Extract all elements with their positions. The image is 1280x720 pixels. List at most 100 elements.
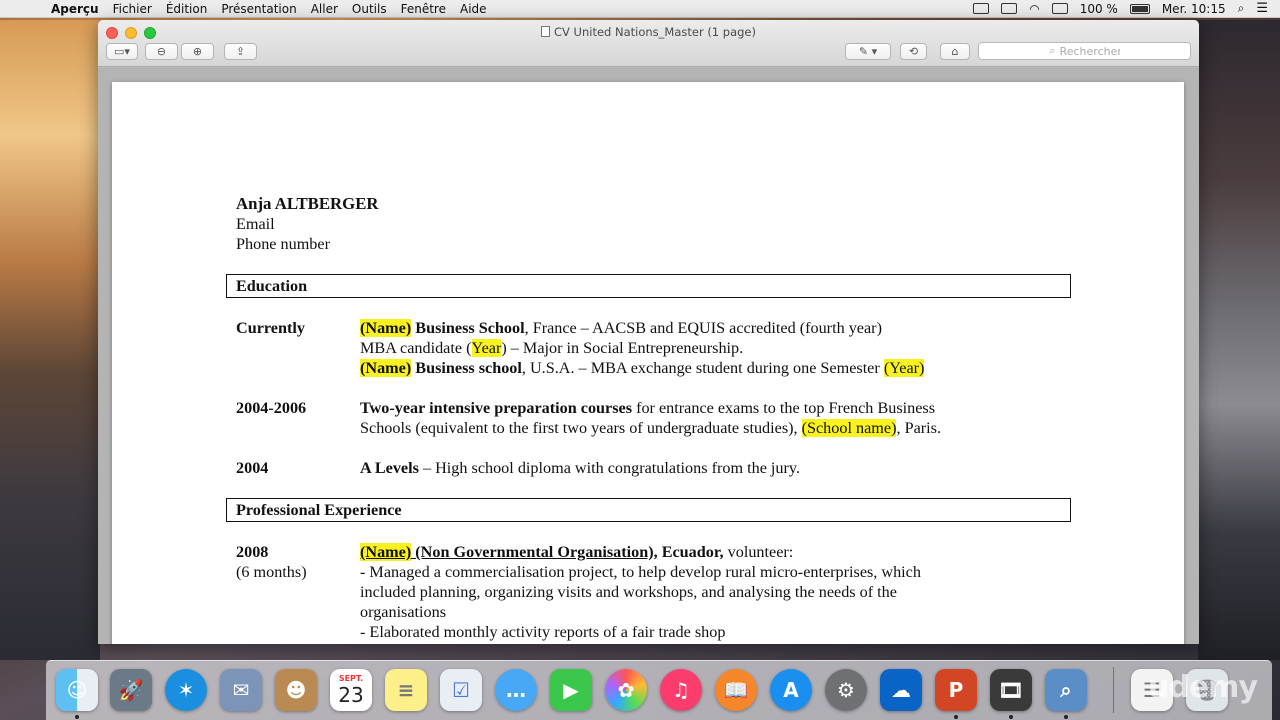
share-button[interactable]: ⇪: [224, 43, 257, 60]
text-run: Business school: [411, 359, 522, 377]
text-run: Ecuador,: [657, 543, 724, 561]
onedrive-icon[interactable]: ☁: [880, 669, 922, 711]
experience-duration-1: (6 months): [236, 563, 307, 581]
cv-text-line: (Name) Business school, U.S.A. – MBA exc…: [360, 358, 1076, 378]
app-store-icon[interactable]: A: [770, 669, 812, 711]
cv-text-line: (Name) Business School, France – AACSB a…: [360, 318, 1076, 338]
education-entry-2: Two-year intensive preparation courses f…: [360, 398, 1076, 438]
messages-icon[interactable]: …: [495, 669, 537, 711]
wifi-icon[interactable]: ◠: [1029, 2, 1039, 16]
text-run: , France – AACSB and EQUIS accredited (f…: [524, 319, 882, 337]
sidebar-toggle-button[interactable]: ▭▾: [106, 43, 138, 60]
finder-icon[interactable]: ☺: [56, 669, 98, 711]
cv-text-line: - Elaborated monthly activity reports of…: [360, 622, 1076, 642]
notification-center-icon[interactable]: ☰: [1256, 1, 1268, 16]
rotate-icon: ⟲: [908, 45, 919, 58]
document-area[interactable]: Anja ALTBERGER Email Phone number Educat…: [98, 68, 1199, 644]
pdf-page[interactable]: Anja ALTBERGER Email Phone number Educat…: [112, 82, 1184, 644]
zoom-in-button[interactable]: ⊕: [181, 43, 214, 60]
experience-heading: Professional Experience: [226, 498, 1071, 522]
menu-aller[interactable]: Aller: [304, 2, 345, 16]
mail-icon[interactable]: ✉: [220, 669, 262, 711]
menu-edition[interactable]: Édition: [159, 2, 215, 16]
menu-fenetre[interactable]: Fenêtre: [394, 2, 453, 16]
itunes-icon[interactable]: ♫: [660, 669, 702, 711]
text-run: MBA candidate (: [360, 339, 472, 357]
text-run: volunteer:: [723, 543, 794, 561]
cv-text-line: organisations: [360, 602, 1076, 622]
education-date-3: 2004: [236, 459, 269, 477]
contacts-icon[interactable]: ☻: [275, 669, 317, 711]
share-icon: ⇪: [235, 45, 246, 58]
system-preferences-icon[interactable]: ⚙: [825, 669, 867, 711]
display-icon[interactable]: [1051, 3, 1068, 14]
udemy-watermark: udemy: [1148, 670, 1258, 705]
education-date-1: Currently: [236, 319, 305, 337]
clock[interactable]: Mer. 10:15: [1162, 2, 1226, 16]
text-run: - Elaborated monthly activity reports of…: [360, 623, 726, 641]
toolbox-button[interactable]: ⌂: [940, 43, 970, 60]
education-date-2: 2004-2006: [236, 399, 307, 417]
running-indicator: [954, 715, 958, 719]
window-title-text: CV United Nations_Master (1 page): [553, 25, 756, 39]
movie-icon[interactable]: 🎞: [990, 669, 1032, 711]
battery-percent[interactable]: 100 %: [1080, 2, 1118, 16]
cv-text-line: - Managed a commercialisation project, t…: [360, 562, 1076, 582]
launchpad-icon[interactable]: 🚀: [110, 669, 152, 711]
airplay-icon[interactable]: [1001, 3, 1018, 14]
facetime-icon[interactable]: ▶: [550, 669, 592, 711]
preview-window: CV United Nations_Master (1 page) ▭▾ ⊖ ⊕…: [98, 20, 1199, 644]
text-run: for entrance exams to the top French Bus…: [632, 399, 936, 417]
placeholder-highlight: (Name): [360, 543, 412, 561]
safari-icon[interactable]: ✶: [165, 669, 207, 711]
cv-text-line: Two-year intensive preparation courses f…: [360, 398, 1076, 418]
spotlight-icon[interactable]: ⌕: [1238, 1, 1245, 16]
sidebar-icon: ▭▾: [114, 45, 130, 58]
education-heading: Education: [226, 274, 1071, 298]
placeholder-highlight: (Name): [360, 319, 412, 337]
reminders-icon[interactable]: ☑: [440, 669, 482, 711]
rotate-button[interactable]: ⟲: [900, 43, 927, 60]
zoom-out-button[interactable]: ⊖: [145, 43, 178, 60]
markup-button[interactable]: ✎ ▾: [845, 43, 891, 60]
text-run: – High school diploma with congratulatio…: [418, 459, 800, 477]
experience-entry-1: (Name) (Non Governmental Organisation), …: [360, 542, 1076, 642]
running-indicator: [1064, 715, 1068, 719]
screen-record-icon[interactable]: [973, 3, 990, 14]
desktop-wallpaper-right: [1198, 20, 1280, 660]
placeholder-highlight: (Year): [883, 359, 925, 377]
cv-phone: Phone number: [236, 235, 330, 253]
preview-icon[interactable]: ⌕: [1045, 669, 1087, 711]
ibooks-icon[interactable]: 📖: [715, 669, 757, 711]
menu-presentation[interactable]: Présentation: [214, 2, 303, 16]
window-titlebar[interactable]: CV United Nations_Master (1 page) ▭▾ ⊖ ⊕…: [98, 20, 1199, 67]
experience-date-1: 2008: [236, 543, 269, 561]
text-run: ) – Major in Social Entrepreneurship.: [501, 339, 744, 357]
placeholder-highlight: (Name): [360, 359, 412, 377]
menu-bar: Aperçu Fichier Édition Présentation Alle…: [0, 0, 1280, 18]
toolbox-icon: ⌂: [951, 45, 959, 58]
battery-icon[interactable]: [1129, 3, 1150, 14]
menu-fichier[interactable]: Fichier: [106, 2, 159, 16]
cv-text-line: MBA candidate (Year) – Major in Social E…: [360, 338, 1076, 358]
calendar-icon[interactable]: SEPT. 23: [330, 669, 372, 711]
search-input[interactable]: [1059, 44, 1120, 58]
powerpoint-icon[interactable]: P: [935, 669, 977, 711]
text-run: (Non Governmental Organisation),: [411, 543, 658, 561]
education-entry-1: (Name) Business School, France – AACSB a…: [360, 318, 1076, 378]
desktop-wallpaper-left: [0, 20, 100, 660]
text-run: Two-year intensive preparation courses: [360, 399, 633, 417]
cv-text-line: Schools (equivalent to the first two yea…: [360, 418, 1076, 438]
photos-icon[interactable]: ✿: [605, 669, 647, 711]
menu-aide[interactable]: Aide: [453, 2, 494, 16]
document-icon: [540, 26, 550, 37]
notes-icon[interactable]: ≡: [385, 669, 427, 711]
text-run: organisations: [360, 603, 447, 621]
status-area: ◠ 100 % Mer. 10:15 ⌕ ☰: [973, 1, 1280, 16]
text-run: Business School: [411, 319, 525, 337]
menu-app-name[interactable]: Aperçu: [44, 2, 106, 16]
pen-icon: ✎ ▾: [858, 45, 878, 58]
menu-outils[interactable]: Outils: [345, 2, 394, 16]
zoom-in-icon: ⊕: [192, 45, 203, 58]
search-field[interactable]: ⌕: [978, 42, 1191, 60]
